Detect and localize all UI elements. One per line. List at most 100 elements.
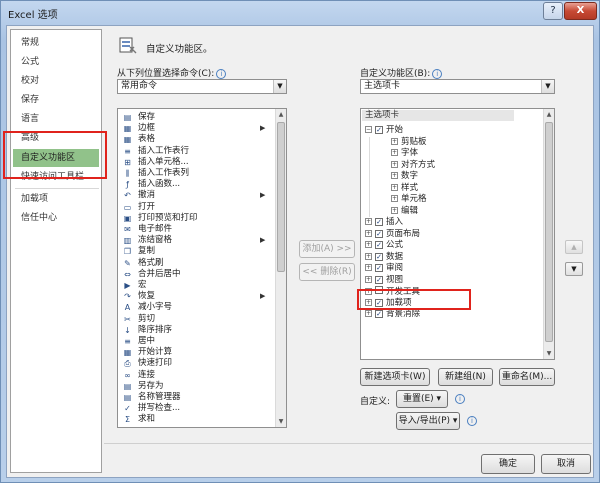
command-item[interactable]: ƒ 插入函数... (122, 179, 272, 190)
command-item[interactable]: ↶ 撤消 ▶ (122, 190, 272, 201)
command-item[interactable]: ⊞ 插入单元格... (122, 157, 272, 168)
move-down-button[interactable]: ▼ (565, 262, 583, 276)
command-item[interactable]: ✉ 电子邮件 (122, 224, 272, 235)
expand-icon[interactable]: + (391, 149, 398, 156)
scroll-thumb[interactable] (545, 122, 553, 342)
move-up-button[interactable]: ▲ (565, 240, 583, 254)
expand-icon[interactable]: + (391, 206, 398, 214)
commands-list[interactable]: ▤ 保存 ▦ 边框 ▶ ▦ 表格 ≡ 插入工作表行 ⊞ 插入单元格... ⫼ 插入工作表列 ƒ 插入函数..… (117, 108, 287, 428)
rename-button[interactable]: 重命名(M)... (499, 368, 555, 386)
ribbon-group-item[interactable]: + 单元格 (391, 194, 427, 205)
remove-button[interactable]: << 删除(R) (299, 263, 355, 281)
ribbon-tab-item[interactable]: + ✓ 数据 (365, 252, 403, 263)
command-item[interactable]: ↓ 降序排序 (122, 325, 272, 336)
ribbon-tree[interactable]: 主选项卡 − ✓ 开始 + 剪贴板 + 字体 + 对齐方式 + 数字 + 样式 + 单元格 + 编辑 + ✓ 插入 + ✓… (360, 108, 555, 360)
info-icon[interactable]: i (455, 394, 465, 404)
command-item[interactable]: Σ 求和 (122, 414, 272, 425)
scroll-down-icon[interactable]: ▼ (276, 416, 286, 427)
nav-item-trust-center[interactable]: 信任中心 (13, 209, 99, 227)
command-item[interactable]: ⎙ 快速打印 (122, 358, 272, 369)
command-item[interactable]: ▤ 另存为 (122, 381, 272, 392)
ribbon-group-item[interactable]: + 字体 (391, 148, 418, 159)
ok-button[interactable]: 确定 (481, 454, 535, 474)
ribbon-tab-item[interactable]: + ✓ 背景消除 (365, 309, 420, 320)
chevron-down-icon[interactable]: ▼ (273, 80, 286, 93)
expand-icon[interactable]: + (391, 172, 398, 179)
command-item[interactable]: ✓ 拼写检查... (122, 403, 272, 414)
new-tab-button[interactable]: 新建选项卡(W) (360, 368, 430, 386)
expand-icon[interactable]: + (365, 229, 372, 237)
ribbon-tab-item[interactable]: + ✓ 视图 (365, 275, 403, 286)
ribbon-tab-item[interactable]: − ✓ 开始 (365, 125, 403, 136)
command-item[interactable]: ∞ 连接 (122, 370, 272, 381)
nav-item-language[interactable]: 语言 (13, 110, 99, 128)
command-item[interactable]: ⇔ 合并后居中 (122, 269, 272, 280)
expand-icon[interactable]: + (365, 264, 372, 271)
command-item[interactable]: ▤ 保存 (122, 112, 272, 123)
ribbon-tab-item[interactable]: + ✓ 审阅 (365, 263, 403, 274)
ribbon-group-item[interactable]: + 剪贴板 (391, 137, 427, 148)
ribbon-group-item[interactable]: + 数字 (391, 171, 418, 182)
expand-icon[interactable]: + (365, 310, 372, 317)
command-item[interactable]: A 减小字号 (122, 302, 272, 313)
ribbon-group-item[interactable]: + 对齐方式 (391, 160, 435, 171)
command-item[interactable]: ▥ 冻结窗格 ▶ (122, 235, 272, 246)
ribbon-tab-item[interactable]: + ✓ 插入 (365, 217, 403, 228)
command-item[interactable]: ▤ 名称管理器 (122, 392, 272, 403)
chevron-down-icon[interactable]: ▼ (541, 80, 554, 93)
nav-item-formulas[interactable]: 公式 (13, 53, 99, 71)
info-icon[interactable]: i (467, 416, 477, 426)
command-item[interactable]: ▦ 开始计算 (122, 347, 272, 358)
tab-checkbox[interactable]: ✓ (375, 241, 383, 249)
choose-commands-dropdown[interactable]: 常用命令 ▼ (117, 79, 287, 94)
command-item[interactable]: ✎ 格式刷 (122, 258, 272, 269)
expand-icon[interactable]: + (391, 183, 398, 191)
cancel-button[interactable]: 取消 (541, 454, 591, 474)
info-icon[interactable]: i (216, 68, 227, 79)
scroll-down-icon[interactable]: ▼ (544, 348, 554, 359)
nav-item-proofing[interactable]: 校对 (13, 72, 99, 90)
command-item[interactable]: ↷ 恢复 ▶ (122, 291, 272, 302)
tree-scrollbar[interactable]: ▲ ▼ (543, 109, 554, 359)
nav-item-general[interactable]: 常规 (13, 34, 99, 52)
command-item[interactable]: ▭ 打开 (122, 202, 272, 213)
command-item[interactable]: ❐ 复制 (122, 246, 272, 257)
new-group-button[interactable]: 新建组(N) (438, 368, 493, 386)
expand-icon[interactable]: + (365, 275, 372, 283)
reset-button[interactable]: 重置(E) ▾ (396, 390, 448, 408)
customize-ribbon-dropdown[interactable]: 主选项卡 ▼ (360, 79, 555, 94)
command-item[interactable]: ▦ 边框 ▶ (122, 123, 272, 134)
expand-icon[interactable]: + (391, 137, 398, 145)
title-bar[interactable]: Excel 选项 ? X (1, 1, 599, 25)
tab-checkbox[interactable]: ✓ (375, 252, 383, 261)
ribbon-group-item[interactable]: + 编辑 (391, 206, 418, 217)
close-button[interactable]: X (564, 2, 597, 20)
scroll-up-icon[interactable]: ▲ (276, 109, 286, 120)
help-button[interactable]: ? (543, 2, 563, 20)
command-item[interactable]: ▣ 打印预览和打印 (122, 213, 272, 224)
ribbon-tab-item[interactable]: + ✓ 公式 (365, 240, 403, 251)
commands-scrollbar[interactable]: ▲ ▼ (275, 109, 286, 427)
command-item[interactable]: ≡ 居中 (122, 336, 272, 347)
scroll-up-icon[interactable]: ▲ (544, 109, 554, 120)
scroll-thumb[interactable] (277, 122, 285, 272)
expand-icon[interactable]: + (391, 195, 398, 202)
expand-icon[interactable]: + (391, 160, 398, 168)
nav-item-add-ins[interactable]: 加载项 (13, 190, 99, 208)
command-item[interactable]: ✂ 剪切 (122, 314, 272, 325)
collapse-icon[interactable]: − (365, 126, 372, 133)
tab-checkbox[interactable]: ✓ (375, 218, 383, 226)
command-item[interactable]: ≡ 插入工作表行 (122, 146, 272, 157)
tab-checkbox[interactable]: ✓ (375, 229, 383, 238)
expand-icon[interactable]: + (365, 252, 372, 260)
nav-item-save[interactable]: 保存 (13, 91, 99, 109)
command-item[interactable]: ⫼ 插入工作表列 (122, 168, 272, 179)
info-icon[interactable]: i (432, 68, 443, 79)
tab-checkbox[interactable]: ✓ (375, 264, 383, 272)
command-item[interactable]: ▶ 宏 (122, 280, 272, 291)
ribbon-tab-item[interactable]: + ✓ 页面布局 (365, 229, 420, 240)
expand-icon[interactable]: + (365, 241, 372, 248)
tab-checkbox[interactable]: ✓ (375, 310, 383, 318)
expand-icon[interactable]: + (365, 218, 372, 225)
tab-checkbox[interactable]: ✓ (375, 126, 383, 134)
